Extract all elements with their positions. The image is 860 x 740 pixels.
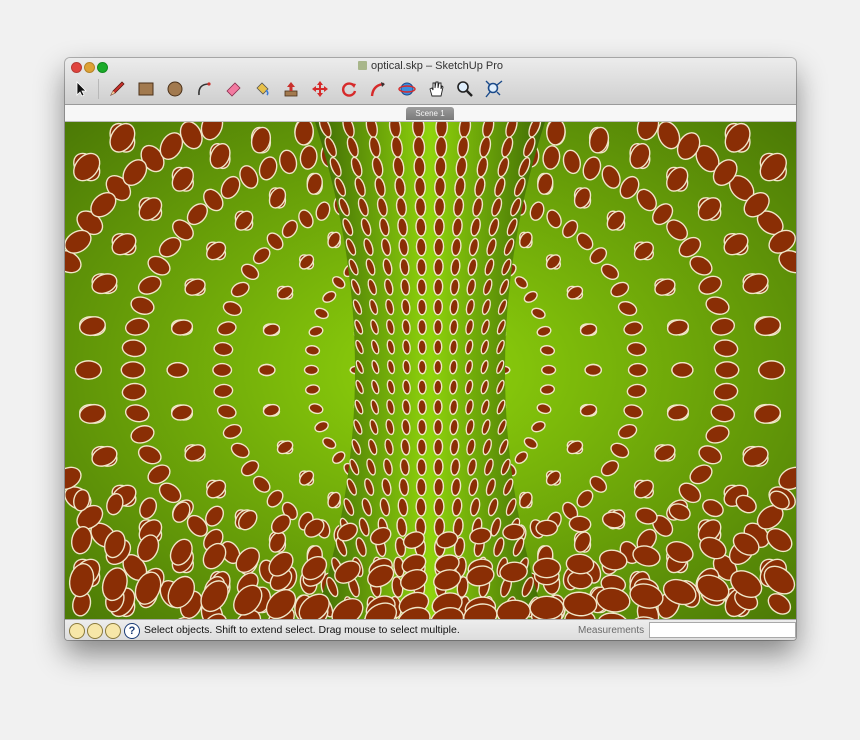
rectangle-tool-button[interactable] xyxy=(136,79,156,99)
status-hint: Select objects. Shift to extend select. … xyxy=(144,624,460,636)
follow-me-tool-icon xyxy=(370,82,385,97)
orbit-tool-icon xyxy=(398,82,416,96)
status-bar: ? Select objects. Shift to extend select… xyxy=(65,619,796,640)
optical-illusion-model xyxy=(65,122,796,619)
zoom-extents-tool-button[interactable] xyxy=(484,79,504,99)
push-pull-tool-button[interactable] xyxy=(281,79,301,99)
measurements-input[interactable] xyxy=(649,622,796,638)
scene-tab-bar: Scene 1 xyxy=(65,105,796,122)
pan-hand-tool-icon xyxy=(429,81,444,97)
zoom-tool-icon xyxy=(457,81,473,97)
eraser-tool-icon xyxy=(226,82,241,97)
pan-tool-button[interactable] xyxy=(426,79,446,99)
help-icon[interactable]: ? xyxy=(124,623,140,639)
arc-tool-icon xyxy=(198,82,211,96)
zoom-tool-button[interactable] xyxy=(455,79,475,99)
zoom-extents-tool-icon xyxy=(485,80,503,98)
credits-icon[interactable] xyxy=(87,623,103,639)
measurements-label: Measurements xyxy=(578,625,645,636)
circle-tool-icon xyxy=(167,81,183,97)
circle-tool-button[interactable] xyxy=(165,79,185,99)
window-title-text: optical.skp – SketchUp Pro xyxy=(370,60,504,72)
select-tool-icon xyxy=(76,81,87,97)
orbit-tool-button[interactable] xyxy=(397,79,417,99)
rotate-tool-icon xyxy=(342,82,357,97)
arc-tool-button[interactable] xyxy=(194,79,214,99)
tab-scene-1[interactable]: Scene 1 xyxy=(406,107,454,120)
title-bar[interactable]: optical.skp – SketchUp Pro xyxy=(65,58,796,105)
rectangle-tool-icon xyxy=(138,82,154,96)
rotate-tool-button[interactable] xyxy=(339,79,359,99)
push-pull-tool-icon xyxy=(284,82,298,97)
paint-bucket-tool-button[interactable] xyxy=(252,79,272,99)
geo-location-icon[interactable] xyxy=(69,623,85,639)
pencil-tool-button[interactable] xyxy=(107,79,127,99)
eraser-tool-button[interactable] xyxy=(223,79,243,99)
toolbar-separator xyxy=(98,79,99,99)
sketchup-window: optical.skp – SketchUp Pro Scene 1 ? Sel… xyxy=(65,58,796,640)
3d-viewport[interactable] xyxy=(65,122,796,619)
user-account-icon[interactable] xyxy=(105,623,121,639)
pencil-tool-icon xyxy=(110,81,125,96)
window-title: optical.skp – SketchUp Pro xyxy=(65,60,796,72)
follow-me-tool-button[interactable] xyxy=(368,79,388,99)
move-tool-button[interactable] xyxy=(310,79,330,99)
main-toolbar xyxy=(71,77,513,101)
document-icon xyxy=(357,61,367,70)
move-tool-icon xyxy=(312,81,328,97)
select-tool-button[interactable] xyxy=(71,79,91,99)
paint-bucket-tool-icon xyxy=(256,82,269,96)
